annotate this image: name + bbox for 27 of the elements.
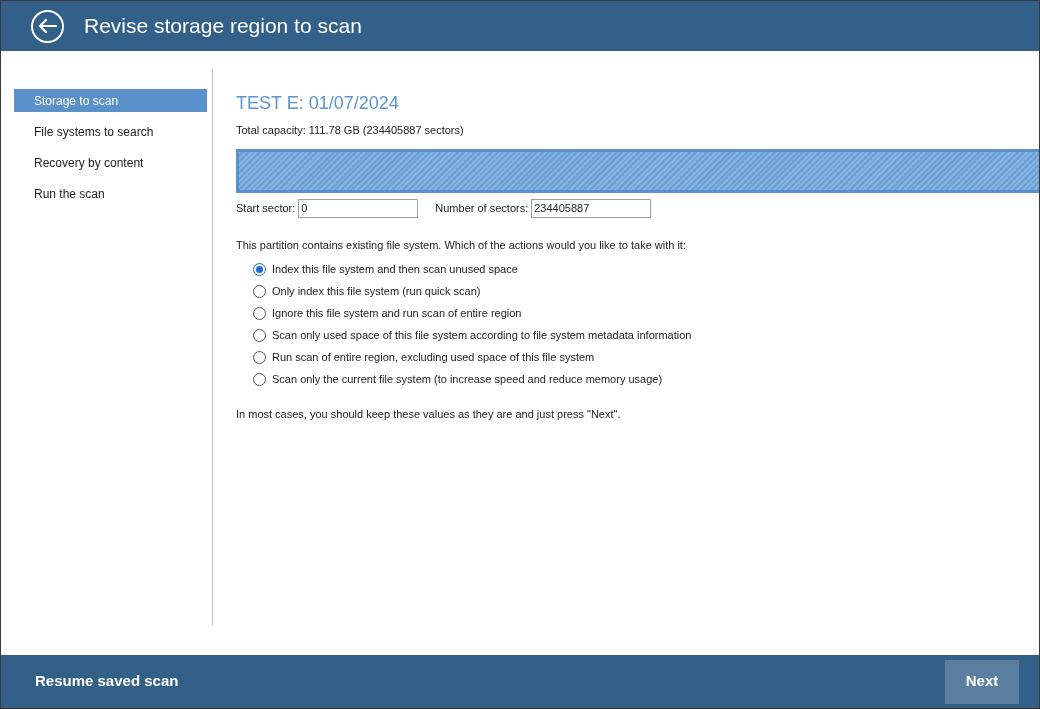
option-label: Index this file system and then scan unused space (272, 261, 518, 277)
sidebar-item[interactable]: Recovery by content (14, 151, 207, 174)
option-label: Scan only used space of this file system according to file system metadata information (272, 327, 692, 343)
number-of-sectors-field[interactable]: 234405887 (531, 198, 652, 218)
back-button[interactable] (31, 9, 64, 43)
next-button[interactable]: Next (945, 659, 1019, 704)
radio-button[interactable] (253, 350, 266, 364)
radio-button[interactable] (253, 306, 266, 320)
option-label: Ignore this file system and run scan of entire region (272, 305, 522, 321)
capacity-text: Total capacity: 111.78 GB (234405887 sectors) (236, 123, 465, 138)
hint-text: In most cases, you should keep these values as they are and just press "Next". (236, 407, 622, 422)
radio-button[interactable] (253, 328, 266, 342)
question-text: This partition contains existing file system. Which of the actions would you like to take with it: (236, 237, 687, 253)
sidebar-item[interactable]: File systems to search (14, 120, 207, 143)
radio-button[interactable] (253, 372, 266, 386)
storage-title: TEST E: 01/07/2024 (236, 92, 400, 115)
start-sector-field[interactable]: 0 (298, 198, 419, 218)
option-label: Scan only the current file system (to increase speed and reduce memory usage) (272, 371, 663, 387)
option-label: Run scan of entire region, excluding used space of this file system (272, 349, 595, 365)
start-sector-label: Start sector: (236, 200, 296, 216)
back-arrow-icon (38, 19, 57, 33)
window-title: Revise storage region to scan (84, 13, 362, 40)
radio-button[interactable] (253, 284, 266, 298)
sidebar-item[interactable]: Run the scan (14, 182, 207, 205)
option-label: Only index this file system (run quick scan) (272, 283, 481, 299)
resume-saved-scan-button[interactable]: Resume saved scan (35, 670, 179, 693)
number-of-sectors-label: Number of sectors: (435, 200, 529, 216)
